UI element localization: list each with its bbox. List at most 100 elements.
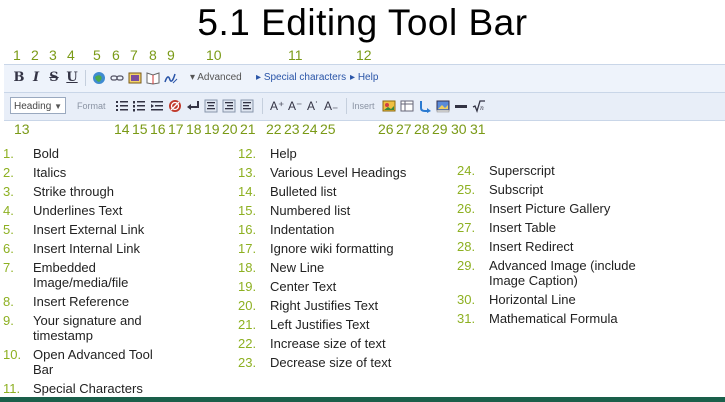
toolbar-main: B I S U ▾ Advanced ▸ Special characters …: [4, 64, 725, 93]
subscript-button[interactable]: A₋: [324, 99, 338, 113]
advanced-image-icon[interactable]: [436, 99, 450, 113]
item-text: Insert External Link: [33, 222, 145, 237]
item-number: 31.: [457, 311, 476, 326]
list-item-continued: timestamp: [33, 328, 93, 343]
center-text-icon[interactable]: [204, 99, 218, 113]
item-text: Bar: [33, 362, 54, 377]
item-number: 28.: [457, 239, 476, 254]
special-characters-label: Special characters: [263, 72, 347, 83]
item-number: 23.: [238, 355, 257, 370]
list-item-continued: Bar: [33, 362, 53, 377]
list-item: 18. New Line: [238, 260, 324, 275]
bulleted-list-icon[interactable]: [115, 99, 129, 113]
callout-number: 15: [132, 121, 148, 137]
horizontal-line-icon[interactable]: [454, 99, 468, 113]
callout-number: 12: [356, 47, 372, 63]
list-item: 31. Mathematical Formula: [457, 311, 618, 326]
callout-number: 10: [206, 47, 222, 63]
list-item-continued: Image Caption): [489, 273, 578, 288]
item-text: Image Caption): [489, 273, 578, 288]
list-item: 22. Increase size of text: [238, 336, 386, 351]
picture-gallery-icon[interactable]: [382, 99, 396, 113]
list-item: 27. Insert Table: [457, 220, 556, 235]
help-toggle[interactable]: ▸ Help: [350, 72, 378, 83]
superscript-button[interactable]: A˙: [306, 99, 320, 113]
callout-number: 28: [414, 121, 430, 137]
italic-button[interactable]: I: [29, 71, 43, 85]
item-text: New Line: [270, 260, 325, 275]
item-number: 27.: [457, 220, 476, 235]
left-justify-icon[interactable]: [240, 99, 254, 113]
item-text: Various Level Headings: [270, 165, 407, 180]
reference-icon[interactable]: [146, 71, 160, 85]
list-item: 7. Embedded: [3, 260, 96, 275]
item-text: Embedded: [33, 260, 96, 275]
bold-button[interactable]: B: [12, 71, 26, 85]
list-item: 10. Open Advanced Tool: [3, 347, 153, 362]
heading-select[interactable]: Heading ▼: [10, 97, 66, 114]
increase-size-button[interactable]: A⁺: [270, 99, 284, 113]
callout-number: 4: [67, 47, 75, 63]
list-item: 8. Insert Reference: [3, 294, 129, 309]
strike-button[interactable]: S: [47, 71, 61, 85]
table-icon[interactable]: [400, 99, 414, 113]
callout-number: 1: [13, 47, 21, 63]
right-justify-icon[interactable]: [222, 99, 236, 113]
callout-number: 23: [284, 121, 300, 137]
footer-bar: [0, 397, 725, 402]
list-item: 24. Superscript: [457, 163, 555, 178]
callout-number: 19: [204, 121, 220, 137]
item-text: timestamp: [33, 328, 93, 343]
help-label: Help: [357, 72, 379, 83]
advanced-toggle[interactable]: ▾ Advanced: [190, 72, 242, 83]
item-text: Insert Table: [489, 220, 556, 235]
item-text: Numbered list: [270, 203, 351, 218]
list-item: 30. Horizontal Line: [457, 292, 576, 307]
decrease-size-button[interactable]: A⁻: [288, 99, 302, 113]
list-item: 4. Underlines Text: [3, 203, 122, 218]
item-text: Indentation: [270, 222, 335, 237]
numbered-list-icon[interactable]: [132, 99, 146, 113]
callout-number: 24: [302, 121, 318, 137]
divider: [346, 98, 347, 114]
indent-icon[interactable]: [150, 99, 164, 113]
list-item: 29. Advanced Image (include: [457, 258, 636, 273]
item-text: Horizontal Line: [489, 292, 576, 307]
divider: [262, 98, 263, 114]
external-link-icon[interactable]: [92, 71, 106, 85]
item-number: 15.: [238, 203, 257, 218]
list-item: 20. Right Justifies Text: [238, 298, 378, 313]
item-number: 14.: [238, 184, 257, 199]
item-text: Bold: [33, 146, 60, 161]
callout-number: 3: [49, 47, 57, 63]
list-item: 28. Insert Redirect: [457, 239, 574, 254]
callout-number: 22: [266, 121, 282, 137]
redirect-icon[interactable]: [418, 99, 432, 113]
item-text: Insert Reference: [33, 294, 130, 309]
item-number: 6.: [3, 241, 14, 256]
nowiki-icon[interactable]: [168, 99, 182, 113]
image-icon[interactable]: [128, 71, 142, 85]
item-number: 25.: [457, 182, 476, 197]
list-item: 25. Subscript: [457, 182, 543, 197]
item-number: 5.: [3, 222, 14, 237]
underline-button[interactable]: U: [65, 71, 79, 85]
callout-number: 2: [31, 47, 39, 63]
math-formula-icon[interactable]: n: [472, 99, 486, 113]
internal-link-icon[interactable]: [110, 71, 124, 85]
item-text: Increase size of text: [270, 336, 386, 351]
item-number: 19.: [238, 279, 257, 294]
heading-select-value: Heading: [14, 101, 52, 112]
item-text: Italics: [33, 165, 67, 180]
insert-label: Insert: [352, 101, 375, 111]
item-number: 4.: [3, 203, 14, 218]
new-line-icon[interactable]: [186, 99, 200, 113]
item-number: 29.: [457, 258, 476, 273]
item-number: 16.: [238, 222, 257, 237]
divider: [85, 70, 86, 86]
item-number: 3.: [3, 184, 14, 199]
signature-icon[interactable]: [164, 71, 178, 85]
callout-number: 8: [149, 47, 157, 63]
list-item: 21. Left Justifies Text: [238, 317, 369, 332]
special-characters-toggle[interactable]: ▸ Special characters: [256, 72, 346, 83]
